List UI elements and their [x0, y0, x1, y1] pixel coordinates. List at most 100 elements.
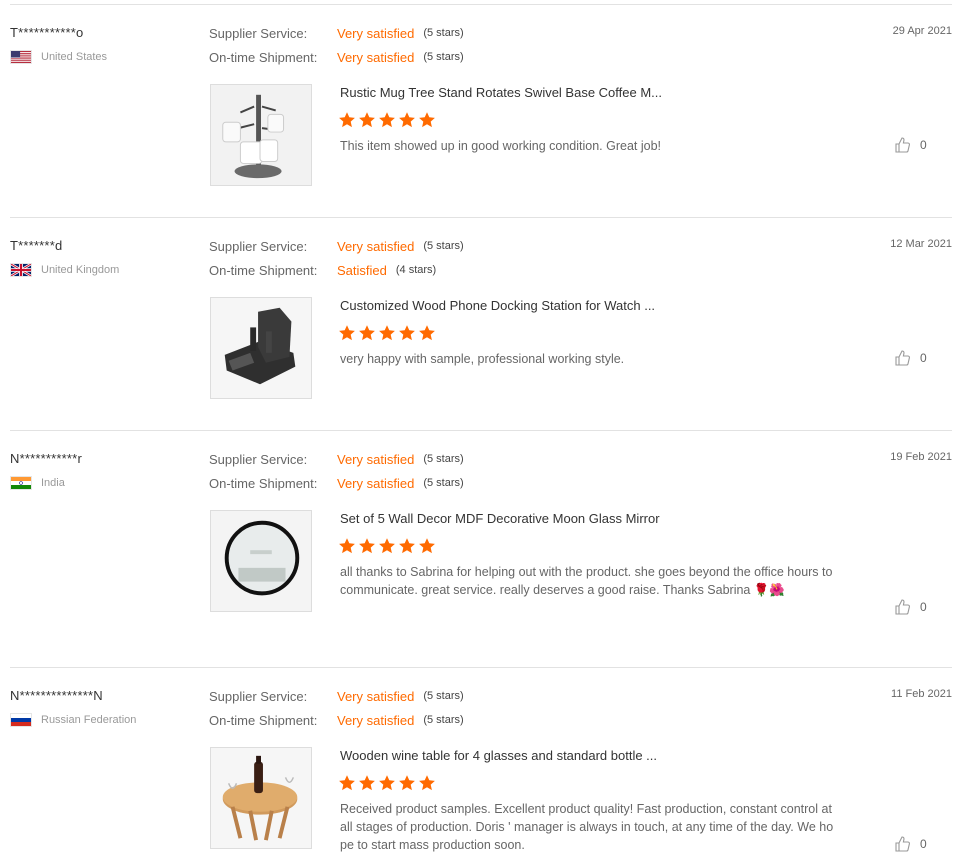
review-divider [10, 667, 952, 668]
round-mirror-image [211, 511, 311, 611]
rating-label: On-time Shipment: [209, 475, 318, 491]
rating-text: Very satisfied [337, 451, 415, 467]
like-count: 0 [920, 837, 927, 851]
review-comment: Received product samples. Excellent prod… [340, 802, 834, 852]
review-date: 29 Apr 2021 [892, 25, 952, 37]
star-icon [398, 324, 416, 342]
supplier-service-rating: Supplier Service: Very satisfied (5 star… [209, 237, 464, 255]
mug-tree-stand-image [211, 85, 311, 185]
thumbs-up-icon [894, 136, 912, 154]
rating-stars-count: (5 stars) [423, 690, 464, 702]
russia-flag-icon [10, 713, 32, 727]
buyer-name: N***********r [10, 451, 82, 466]
buyer-country: United States [10, 49, 107, 65]
like-button[interactable]: 0 [894, 136, 927, 154]
thumbs-up-icon [894, 835, 912, 853]
star-icon [358, 774, 376, 792]
ontime-shipment-rating: On-time Shipment: Very satisfied (5 star… [209, 711, 464, 729]
like-count: 0 [920, 600, 927, 614]
rating-label: Supplier Service: [209, 238, 308, 254]
star-icon [398, 537, 416, 555]
star-icon [418, 774, 436, 792]
buyer-name: T***********o [10, 25, 84, 40]
product-thumbnail[interactable] [210, 297, 312, 399]
rating-text: Satisfied [337, 262, 387, 278]
star-icon [378, 537, 396, 555]
rating-label: Supplier Service: [209, 451, 308, 467]
review-item: N**************N Russian Federation Supp… [10, 688, 952, 856]
star-icon [378, 324, 396, 342]
review-divider [10, 430, 952, 431]
rating-text: Very satisfied [337, 49, 415, 65]
ontime-shipment-rating: On-time Shipment: Very satisfied (5 star… [209, 474, 464, 492]
product-star-rating [338, 774, 436, 792]
rating-text: Very satisfied [337, 238, 415, 254]
product-thumbnail[interactable] [210, 747, 312, 849]
review-item: T*******d United Kingdom Supplier Servic… [10, 238, 952, 408]
rating-label: On-time Shipment: [209, 712, 318, 728]
india-flag-icon [10, 476, 32, 490]
rating-label: Supplier Service: [209, 25, 308, 41]
star-icon [338, 111, 356, 129]
like-count: 0 [920, 138, 927, 152]
star-icon [418, 537, 436, 555]
rating-text: Very satisfied [337, 25, 415, 41]
buyer-name: N**************N [10, 688, 103, 703]
country-name: United Kingdom [41, 264, 120, 276]
star-icon [378, 111, 396, 129]
rating-stars-count: (5 stars) [423, 477, 464, 489]
review-date: 11 Feb 2021 [891, 688, 952, 700]
buyer-name: T*******d [10, 238, 63, 253]
phone-docking-station-image [211, 298, 311, 398]
review-date: 12 Mar 2021 [890, 238, 952, 250]
star-icon [338, 774, 356, 792]
product-star-rating [338, 324, 436, 342]
top-divider [10, 4, 952, 5]
star-icon [358, 537, 376, 555]
review-date: 19 Feb 2021 [890, 451, 952, 463]
product-title[interactable]: Set of 5 Wall Decor MDF Decorative Moon … [340, 511, 660, 526]
rating-label: On-time Shipment: [209, 49, 318, 65]
rating-text: Very satisfied [337, 688, 415, 704]
rating-stars-count: (4 stars) [395, 264, 437, 276]
review-divider [10, 217, 952, 218]
rating-label: Supplier Service: [209, 688, 308, 704]
rating-text: Very satisfied [337, 475, 415, 491]
country-name: United States [41, 51, 108, 63]
rating-stars-count: (5 stars) [423, 240, 464, 252]
like-count: 0 [920, 351, 927, 365]
supplier-service-rating: Supplier Service: Very satisfied (5 star… [209, 450, 464, 468]
review-item: N***********r India Supplier Service: Ve… [10, 451, 952, 651]
product-title[interactable]: Customized Wood Phone Docking Station fo… [340, 298, 655, 313]
star-icon [398, 111, 416, 129]
rating-label: On-time Shipment: [209, 262, 318, 278]
supplier-service-rating: Supplier Service: Very satisfied (5 star… [209, 687, 464, 705]
product-title[interactable]: Rustic Mug Tree Stand Rotates Swivel Bas… [340, 85, 662, 100]
us-flag-icon [10, 50, 32, 64]
star-icon [418, 111, 436, 129]
product-thumbnail[interactable] [210, 510, 312, 612]
star-icon [358, 111, 376, 129]
review-comment: This item showed up in good working cond… [340, 139, 662, 153]
rating-stars-count: (5 stars) [423, 714, 464, 726]
product-title[interactable]: Wooden wine table for 4 glasses and stan… [340, 748, 657, 763]
like-button[interactable]: 0 [894, 349, 927, 367]
product-thumbnail[interactable] [210, 84, 312, 186]
rating-stars-count: (5 stars) [423, 453, 464, 465]
supplier-service-rating: Supplier Service: Very satisfied (5 star… [209, 24, 464, 42]
buyer-country: United Kingdom [10, 262, 119, 278]
like-button[interactable]: 0 [894, 835, 927, 853]
product-star-rating [338, 537, 436, 555]
star-icon [378, 774, 396, 792]
like-button[interactable]: 0 [894, 598, 927, 616]
rating-stars-count: (5 stars) [423, 27, 464, 39]
star-icon [338, 537, 356, 555]
product-star-rating [338, 111, 436, 129]
review-item: T***********o United States Supplier Ser… [10, 25, 952, 195]
country-name: Russian Federation [41, 714, 137, 726]
ontime-shipment-rating: On-time Shipment: Satisfied (4 stars) [209, 261, 436, 279]
rating-stars-count: (5 stars) [423, 51, 464, 63]
review-comment: very happy with sample, professional wor… [340, 352, 625, 366]
ontime-shipment-rating: On-time Shipment: Very satisfied (5 star… [209, 48, 464, 66]
rating-text: Very satisfied [337, 712, 415, 728]
